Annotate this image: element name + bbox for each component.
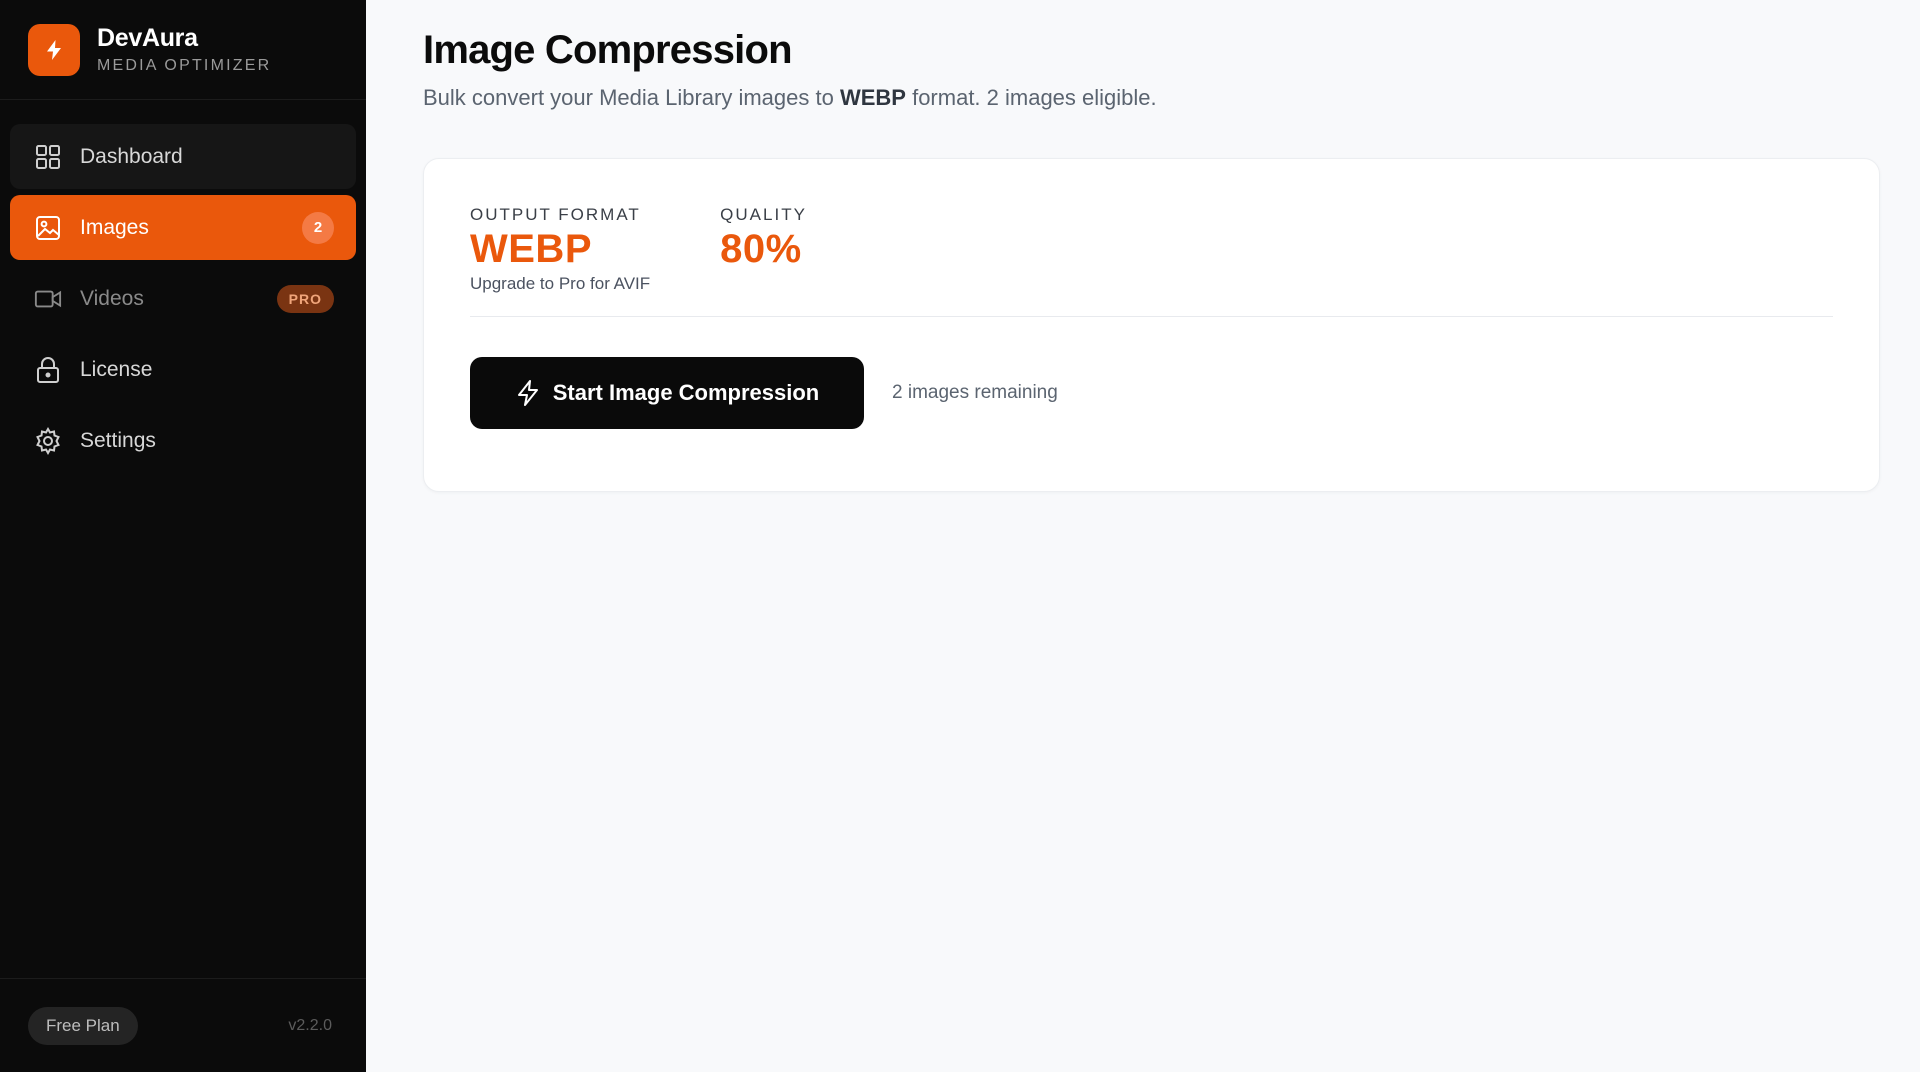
version-label: v2.2.0 [288, 1016, 332, 1034]
brand-logo [28, 23, 80, 76]
actions-row: Start Image Compression 2 images remaini… [470, 357, 1833, 429]
sidebar-item-label: Images [80, 215, 149, 239]
sidebar-item-dashboard[interactable]: Dashboard [10, 124, 356, 189]
sidebar-item-label: Dashboard [80, 144, 183, 168]
sidebar: DevAura MEDIA OPTIMIZER Dashboard Images… [0, 0, 366, 1072]
plan-badge[interactable]: Free Plan [28, 1006, 138, 1045]
brand-subtitle: MEDIA OPTIMIZER [97, 57, 272, 74]
brand-name: DevAura [97, 24, 198, 52]
brand-text: DevAura MEDIA OPTIMIZER [97, 24, 271, 75]
gear-icon [34, 426, 62, 455]
quality-label: QUALITY [720, 205, 807, 224]
output-format-value: WEBP [470, 227, 592, 271]
app-window: DevAura MEDIA OPTIMIZER Dashboard Images… [0, 0, 1920, 1072]
quality-stat: QUALITY 80% [720, 205, 807, 316]
bolt-icon [517, 380, 538, 406]
brand: DevAura MEDIA OPTIMIZER [0, 0, 366, 100]
grid-icon [34, 143, 62, 171]
sidebar-item-videos[interactable]: Videos PRO [10, 266, 356, 331]
sidebar-item-label: Settings [80, 428, 156, 452]
sidebar-item-license[interactable]: License [10, 337, 356, 402]
subtitle-suffix: format. 2 images eligible. [905, 85, 1157, 110]
sidebar-item-settings[interactable]: Settings [10, 408, 356, 473]
output-format-label: OUTPUT FORMAT [470, 205, 641, 224]
subtitle-prefix: Bulk convert your Media Library images t… [423, 85, 840, 110]
pro-badge: PRO [276, 284, 334, 313]
quality-value: 80% [720, 227, 802, 271]
page-subtitle: Bulk convert your Media Library images t… [423, 85, 1884, 111]
settings-stats: OUTPUT FORMAT WEBP Upgrade to Pro for AV… [470, 205, 1833, 317]
video-icon [34, 285, 62, 313]
sidebar-item-images[interactable]: Images 2 [10, 195, 356, 260]
remaining-count: 2 images remaining [892, 382, 1058, 403]
bolt-icon [47, 39, 61, 60]
image-icon [34, 214, 62, 242]
page-title: Image Compression [423, 28, 793, 72]
main-content: Image Compression Bulk convert your Medi… [366, 0, 1920, 1072]
output-format-stat: OUTPUT FORMAT WEBP Upgrade to Pro for AV… [470, 205, 650, 316]
upgrade-note: Upgrade to Pro for AVIF [470, 274, 651, 293]
sidebar-item-label: License [80, 357, 153, 381]
lock-icon [34, 356, 62, 384]
sidebar-footer: Free Plan v2.2.0 [0, 978, 366, 1072]
images-count-badge: 2 [302, 211, 334, 244]
start-button-label: Start Image Compression [552, 380, 820, 405]
sidebar-nav: Dashboard Images 2 Videos PRO License Se… [0, 100, 366, 479]
sidebar-item-label: Videos [80, 286, 144, 310]
subtitle-format: WEBP [839, 85, 906, 110]
start-compression-button[interactable]: Start Image Compression [470, 357, 864, 429]
compression-card: OUTPUT FORMAT WEBP Upgrade to Pro for AV… [423, 158, 1880, 492]
